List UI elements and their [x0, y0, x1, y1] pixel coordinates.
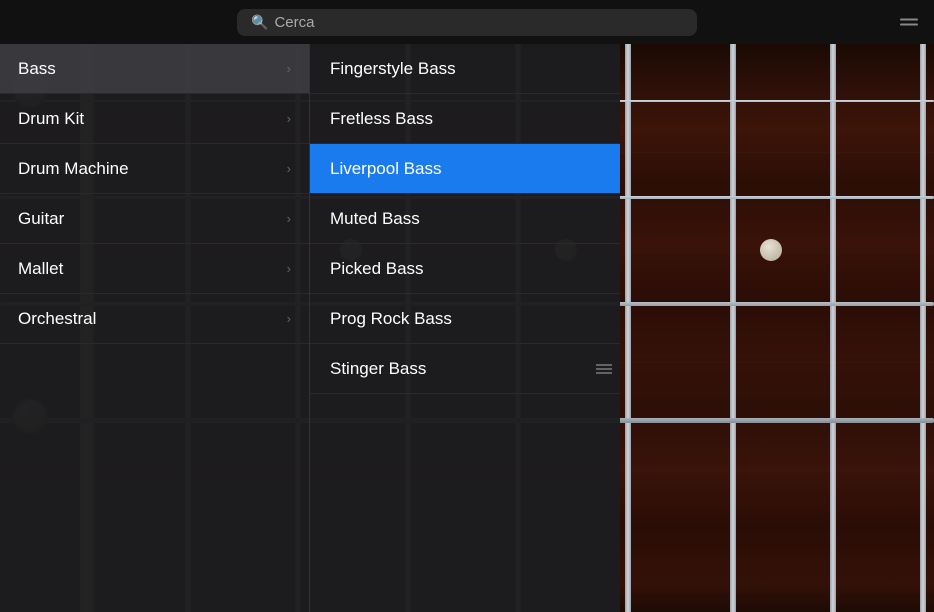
submenu-item-stinger-bass[interactable]: Stinger Bass — [310, 344, 620, 394]
sidebar-item-mallet[interactable]: Mallet › — [0, 244, 309, 294]
search-placeholder: Cerca — [274, 14, 314, 31]
fret-marker — [760, 239, 782, 261]
submenu-item-prog-rock-bass[interactable]: Prog Rock Bass — [310, 294, 620, 344]
submenu-item-fretless-bass[interactable]: Fretless Bass — [310, 94, 620, 144]
sidebar: Bass › Drum Kit › Drum Machine › Guitar … — [0, 44, 310, 612]
submenu-item-picked-bass[interactable]: Picked Bass — [310, 244, 620, 294]
chevron-right-icon: › — [287, 261, 291, 276]
submenu-item-muted-bass[interactable]: Muted Bass — [310, 194, 620, 244]
sidebar-item-drum-kit[interactable]: Drum Kit › — [0, 94, 309, 144]
search-icon: 🔍 — [251, 14, 268, 31]
fret — [730, 44, 736, 612]
top-bar: 🔍 Cerca — [0, 0, 934, 44]
sidebar-item-guitar[interactable]: Guitar › — [0, 194, 309, 244]
sidebar-item-drum-machine[interactable]: Drum Machine › — [0, 144, 309, 194]
menu-icon[interactable] — [900, 19, 918, 26]
chevron-right-icon: › — [287, 161, 291, 176]
submenu-item-liverpool-bass[interactable]: Liverpool Bass — [310, 144, 620, 194]
chevron-right-icon: › — [287, 311, 291, 326]
submenu-item-fingerstyle-bass[interactable]: Fingerstyle Bass — [310, 44, 620, 94]
search-container[interactable]: 🔍 Cerca — [237, 9, 697, 36]
chevron-right-icon: › — [287, 211, 291, 226]
fret — [920, 44, 926, 612]
sidebar-item-orchestral[interactable]: Orchestral › — [0, 294, 309, 344]
fret — [830, 44, 836, 612]
bass-submenu: Fingerstyle Bass Fretless Bass Liverpool… — [310, 44, 620, 612]
chevron-right-icon: › — [287, 111, 291, 126]
scroll-indicator — [596, 364, 612, 374]
fret — [625, 44, 631, 612]
menu-overlay: Bass › Drum Kit › Drum Machine › Guitar … — [0, 44, 620, 612]
sidebar-item-bass[interactable]: Bass › — [0, 44, 309, 94]
chevron-right-icon: › — [287, 61, 291, 76]
